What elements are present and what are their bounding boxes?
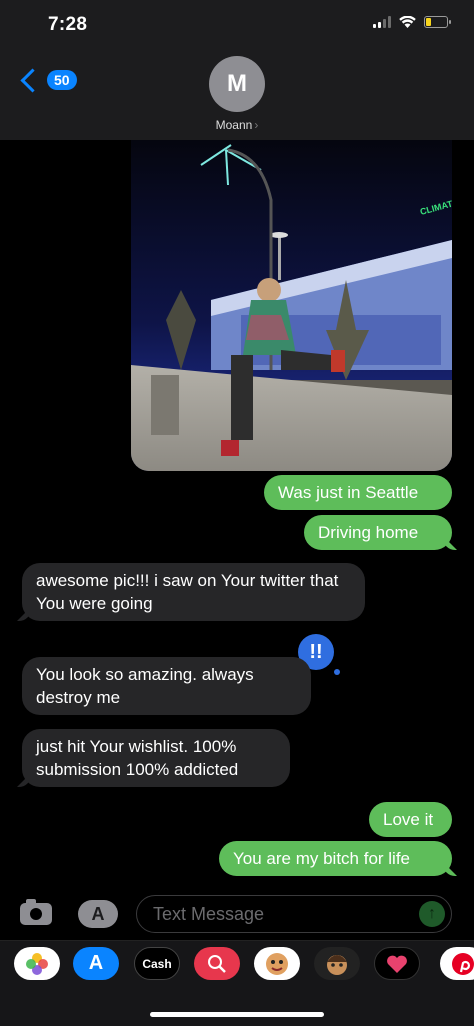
photo-message[interactable]: CLIMATE PLEDGE ARENA — [131, 140, 452, 471]
wifi-icon — [399, 16, 416, 28]
outgoing-message[interactable]: You are my bitch for life — [219, 841, 452, 876]
conversation-header: 7:28 50 M Moann › — [0, 0, 474, 140]
animoji-app-button[interactable] — [314, 947, 360, 980]
app-drawer: A Cash — [0, 940, 474, 1026]
app-store-button[interactable]: A — [78, 900, 118, 928]
status-icons — [373, 16, 451, 28]
status-time: 7:28 — [48, 14, 88, 35]
memoji-stickers-app-button[interactable] — [254, 947, 300, 980]
contact-name: Moann — [215, 118, 253, 132]
tapback-dot — [334, 669, 340, 675]
home-indicator[interactable] — [150, 1012, 324, 1017]
animoji-icon — [327, 954, 347, 975]
chevron-right-icon: › — [254, 118, 259, 132]
outgoing-message[interactable]: Love it — [369, 802, 452, 837]
pinterest-app-button[interactable] — [440, 947, 474, 980]
incoming-message[interactable]: just hit Your wishlist. 100% submission … — [22, 729, 290, 787]
apple-cash-app-button[interactable]: Cash — [134, 947, 180, 980]
incoming-message[interactable]: awesome pic!!! i saw on Your twitter tha… — [22, 563, 365, 621]
incoming-message[interactable]: You look so amazing. always destroy me — [22, 657, 311, 715]
outgoing-message[interactable]: Driving home — [304, 515, 452, 550]
cellular-signal-icon — [373, 16, 391, 28]
photos-app-button[interactable] — [14, 947, 60, 980]
compose-bar: A ↑ — [0, 890, 474, 938]
photos-icon — [26, 952, 48, 975]
globe-search-icon — [208, 954, 226, 973]
images-search-app-button[interactable] — [194, 947, 240, 980]
contact-avatar[interactable]: M — [209, 56, 265, 112]
chevron-left-icon — [20, 67, 45, 93]
digital-touch-app-button[interactable] — [374, 947, 420, 980]
heart-icon — [387, 955, 407, 973]
outgoing-message[interactable]: Was just in Seattle — [264, 475, 452, 510]
apple-cash-label: Cash — [142, 956, 172, 971]
unread-count-badge: 50 — [47, 70, 77, 90]
pinterest-icon — [452, 952, 474, 975]
app-store-icon: A — [91, 903, 105, 924]
message-input[interactable] — [151, 896, 405, 933]
camera-icon[interactable] — [20, 899, 52, 925]
battery-icon — [424, 16, 451, 28]
app-store-app-button[interactable]: A — [73, 947, 119, 980]
contact-name-button[interactable]: Moann › — [0, 118, 474, 132]
app-store-drawer-icon: A — [88, 952, 104, 974]
send-button[interactable]: ↑ — [419, 901, 445, 927]
back-button[interactable]: 50 — [18, 67, 77, 93]
memoji-icon — [266, 952, 288, 975]
message-field[interactable]: ↑ — [136, 895, 452, 933]
